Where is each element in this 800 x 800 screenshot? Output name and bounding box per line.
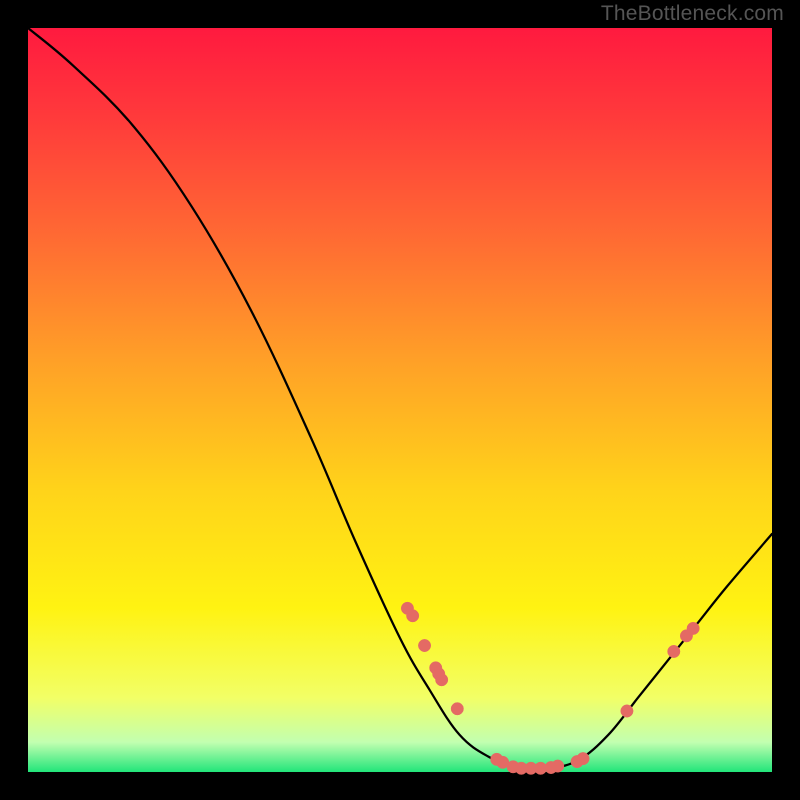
data-markers (401, 602, 699, 774)
chart-overlay (28, 28, 772, 772)
plot-surface (28, 28, 772, 772)
watermark-source: TheBottleneck.com (601, 2, 784, 26)
data-marker (577, 752, 589, 764)
data-marker (406, 610, 418, 622)
data-marker (435, 674, 447, 686)
data-marker (552, 760, 564, 772)
chart-frame: TheBottleneck.com (0, 0, 800, 800)
data-marker (621, 705, 633, 717)
data-marker (668, 645, 680, 657)
data-marker (687, 622, 699, 634)
data-marker (418, 639, 430, 651)
data-marker (451, 703, 463, 715)
bottleneck-curve (28, 28, 772, 770)
